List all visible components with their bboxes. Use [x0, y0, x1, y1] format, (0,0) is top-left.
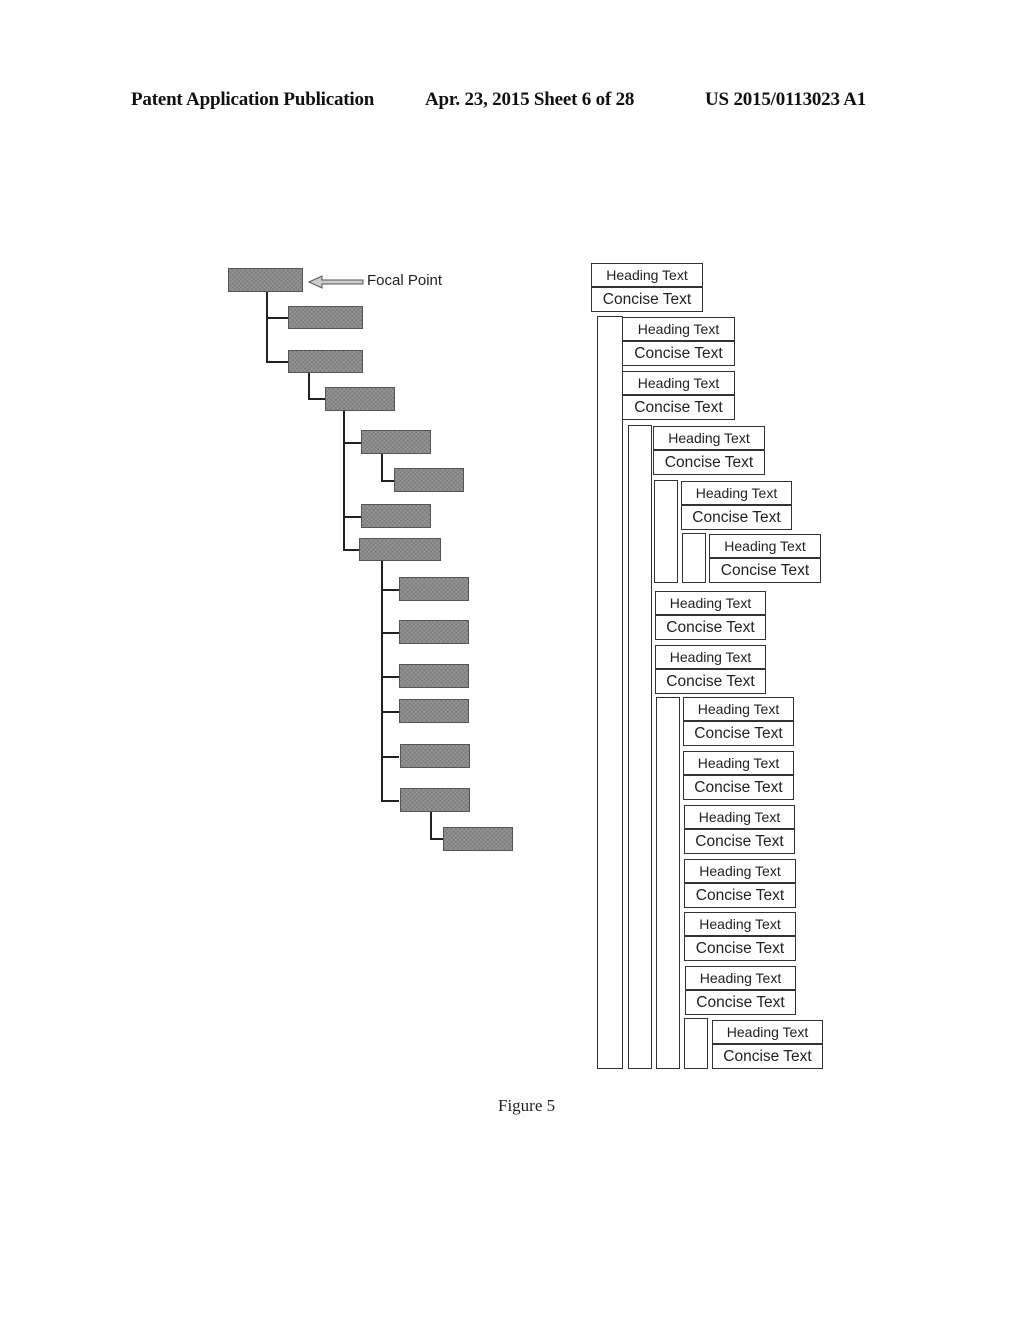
tree-node[interactable]	[399, 577, 469, 601]
connector-line	[343, 549, 359, 551]
card-heading[interactable]: Heading Text	[681, 481, 792, 505]
card-concise[interactable]: Concise Text	[709, 558, 821, 583]
figure-caption: Figure 5	[498, 1096, 556, 1115]
card-concise[interactable]: Concise Text	[622, 341, 735, 366]
card-concise[interactable]: Concise Text	[655, 615, 766, 640]
tree-node[interactable]	[288, 306, 363, 329]
card-heading[interactable]: Heading Text	[622, 317, 735, 341]
connector-line	[343, 516, 361, 518]
card-concise[interactable]: Concise Text	[684, 883, 796, 908]
card-concise[interactable]: Concise Text	[622, 395, 735, 420]
card-heading[interactable]: Heading Text	[684, 859, 796, 883]
connector-line	[381, 676, 399, 678]
tree-node-focal[interactable]	[228, 268, 303, 292]
connector-line	[266, 361, 288, 363]
card-concise[interactable]: Concise Text	[684, 936, 796, 961]
connector-line	[381, 480, 394, 482]
tree-node[interactable]	[400, 744, 470, 768]
card-heading[interactable]: Heading Text	[712, 1020, 823, 1044]
arrow-left-icon	[308, 275, 364, 289]
tree-node[interactable]	[400, 788, 470, 812]
card-concise[interactable]: Concise Text	[685, 990, 796, 1015]
connector-line	[343, 442, 361, 444]
tree-node[interactable]	[399, 664, 469, 688]
card-concise[interactable]: Concise Text	[653, 450, 765, 475]
tree-node[interactable]	[394, 468, 464, 492]
card-concise[interactable]: Concise Text	[683, 775, 794, 800]
connector-line	[381, 454, 383, 481]
card-heading[interactable]: Heading Text	[655, 591, 766, 615]
card-heading[interactable]: Heading Text	[683, 697, 794, 721]
tree-node[interactable]	[443, 827, 513, 851]
connector-line	[430, 812, 432, 839]
connector-line	[266, 317, 288, 319]
tree-node[interactable]	[359, 538, 441, 561]
publication-number: US 2015/0113023 A1	[705, 89, 867, 110]
card-heading[interactable]: Heading Text	[684, 805, 795, 829]
connector-line	[381, 800, 399, 802]
connector-line	[308, 373, 310, 399]
publication-title: Patent Application Publication	[131, 89, 375, 110]
nesting-bar	[597, 316, 623, 1069]
nesting-bar	[656, 697, 680, 1069]
tree-node[interactable]	[288, 350, 363, 373]
card-heading[interactable]: Heading Text	[655, 645, 766, 669]
nesting-bar	[654, 480, 678, 583]
card-heading[interactable]: Heading Text	[709, 534, 821, 558]
nesting-bar	[682, 533, 706, 583]
card-heading[interactable]: Heading Text	[684, 912, 796, 936]
publication-date-sheet: Apr. 23, 2015 Sheet 6 of 28	[425, 89, 635, 110]
connector-line	[430, 838, 443, 840]
tree-node[interactable]	[399, 620, 469, 644]
nesting-bar	[684, 1018, 708, 1069]
card-concise[interactable]: Concise Text	[591, 287, 703, 312]
connector-line	[266, 292, 268, 362]
connector-line	[343, 411, 345, 550]
card-heading[interactable]: Heading Text	[591, 263, 703, 287]
card-heading[interactable]: Heading Text	[622, 371, 735, 395]
connector-line	[308, 398, 325, 400]
card-heading[interactable]: Heading Text	[683, 751, 794, 775]
card-heading[interactable]: Heading Text	[685, 966, 796, 990]
focal-point-label: Focal Point	[367, 272, 443, 289]
nesting-bar	[628, 425, 652, 1069]
connector-line	[381, 632, 399, 634]
connector-line	[381, 561, 383, 801]
card-concise[interactable]: Concise Text	[681, 505, 792, 530]
card-heading[interactable]: Heading Text	[653, 426, 765, 450]
tree-node[interactable]	[325, 387, 395, 411]
card-concise[interactable]: Concise Text	[655, 669, 766, 694]
connector-line	[381, 756, 399, 758]
tree-node[interactable]	[361, 430, 431, 454]
card-concise[interactable]: Concise Text	[683, 721, 794, 746]
card-concise[interactable]: Concise Text	[712, 1044, 823, 1069]
tree-node[interactable]	[361, 504, 431, 528]
card-concise[interactable]: Concise Text	[684, 829, 795, 854]
tree-node[interactable]	[399, 699, 469, 723]
connector-line	[381, 589, 399, 591]
connector-line	[381, 711, 399, 713]
